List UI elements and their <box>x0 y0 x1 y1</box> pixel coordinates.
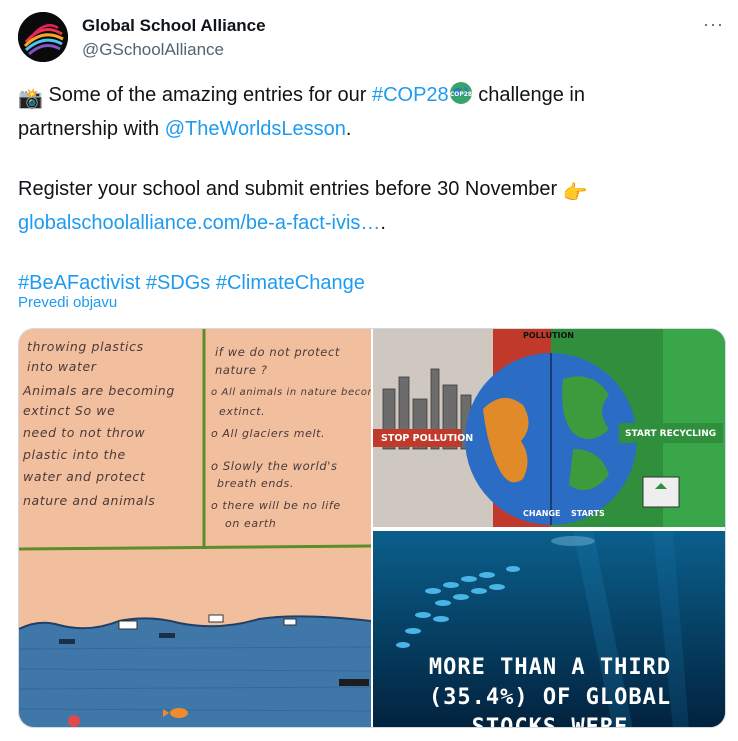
svg-text:COP28: COP28 <box>450 91 472 98</box>
poster-text: o All animals in nature become <box>211 387 371 398</box>
poster-text: throwing plastics <box>27 339 144 354</box>
globe-logo-icon <box>18 12 68 62</box>
ocean-stat-line-2: (35.4%) OF GLOBAL <box>428 685 672 710</box>
external-link[interactable]: globalschoolalliance.com/be-a-fact-ivis… <box>18 212 380 234</box>
poster-text: if we do not protect <box>215 345 340 359</box>
tweet-line-1: 📸 Some of the amazing entries for our #C… <box>18 80 718 114</box>
tweet-line-2: partnership with @TheWorldsLesson. <box>18 118 352 140</box>
tweet-line-3: Register your school and submit entries … <box>18 174 718 208</box>
poster-text: nature and animals <box>23 493 156 508</box>
banner-starts-text: STARTS <box>571 509 605 518</box>
tweet-text: 📸 Some of the amazing entries for our #C… <box>18 80 718 298</box>
camera-flash-icon: 📸 <box>18 88 43 110</box>
banner-change-text: CHANGE <box>523 509 561 518</box>
translate-link[interactable]: Prevedi objavu <box>18 294 117 311</box>
poster-text: nature ? <box>215 363 268 377</box>
mention-link[interactable]: @TheWorldsLesson <box>165 118 346 140</box>
poster-text: on earth <box>225 517 277 530</box>
tweet-hashtags: #BeAFactivist #SDGs #ClimateChange <box>18 268 718 298</box>
hashtag-cop28[interactable]: #COP28 <box>372 84 449 106</box>
globe-drawing <box>373 329 725 527</box>
poster-text: extinct. <box>219 405 266 418</box>
poster-text: water and protect <box>23 469 146 484</box>
poster-text: o there will be no life <box>211 499 341 512</box>
cop28-globe-icon: COP28 <box>449 81 473 114</box>
stop-pollution-sign: STOP POLLUTION <box>381 433 474 444</box>
hashtag-beafactivist[interactable]: #BeAFactivist <box>18 272 140 294</box>
poster-text: need to not throw <box>23 425 146 440</box>
hashtag-climatechange[interactable]: #ClimateChange <box>216 272 365 294</box>
poster-text: Animals are becoming <box>23 383 175 398</box>
poster-text: breath ends. <box>217 477 294 490</box>
pointing-hand-icon: 👉 <box>562 182 588 204</box>
more-options-icon[interactable]: ··· <box>703 14 724 35</box>
tweet-line-4: globalschoolalliance.com/be-a-fact-ivis…… <box>18 212 386 234</box>
start-recycling-sign: START RECYCLING <box>625 429 717 439</box>
hashtag-sdgs[interactable]: #SDGs <box>146 272 210 294</box>
ocean-stat-line-3: STOCKS WERE <box>471 715 629 728</box>
user-handle[interactable]: @GSchoolAlliance <box>82 40 224 60</box>
banner-top-text: POLLUTION <box>523 331 574 340</box>
avatar[interactable] <box>18 12 68 62</box>
display-name[interactable]: Global School Alliance <box>82 16 266 36</box>
ocean-stat-line-1: MORE THAN A THIRD <box>428 655 672 680</box>
poster-text: extinct So we <box>23 403 116 418</box>
media-grid: throwing plastics into water Animals are… <box>18 328 726 728</box>
poster-text: into water <box>27 359 97 374</box>
poster-text: plastic into the <box>23 447 126 462</box>
tweet-header: Global School Alliance @GSchoolAlliance … <box>18 12 728 68</box>
media-image-poster[interactable]: throwing plastics into water Animals are… <box>19 329 371 727</box>
poster-text: o All glaciers melt. <box>211 427 326 440</box>
poster-text: o Slowly the world's <box>211 459 338 473</box>
media-image-ocean-stat[interactable]: MORE THAN A THIRD (35.4%) OF GLOBAL STOC… <box>373 531 725 728</box>
media-image-globe-drawing[interactable]: STOP POLLUTION START RECYCLING POLLUTION… <box>373 329 725 527</box>
